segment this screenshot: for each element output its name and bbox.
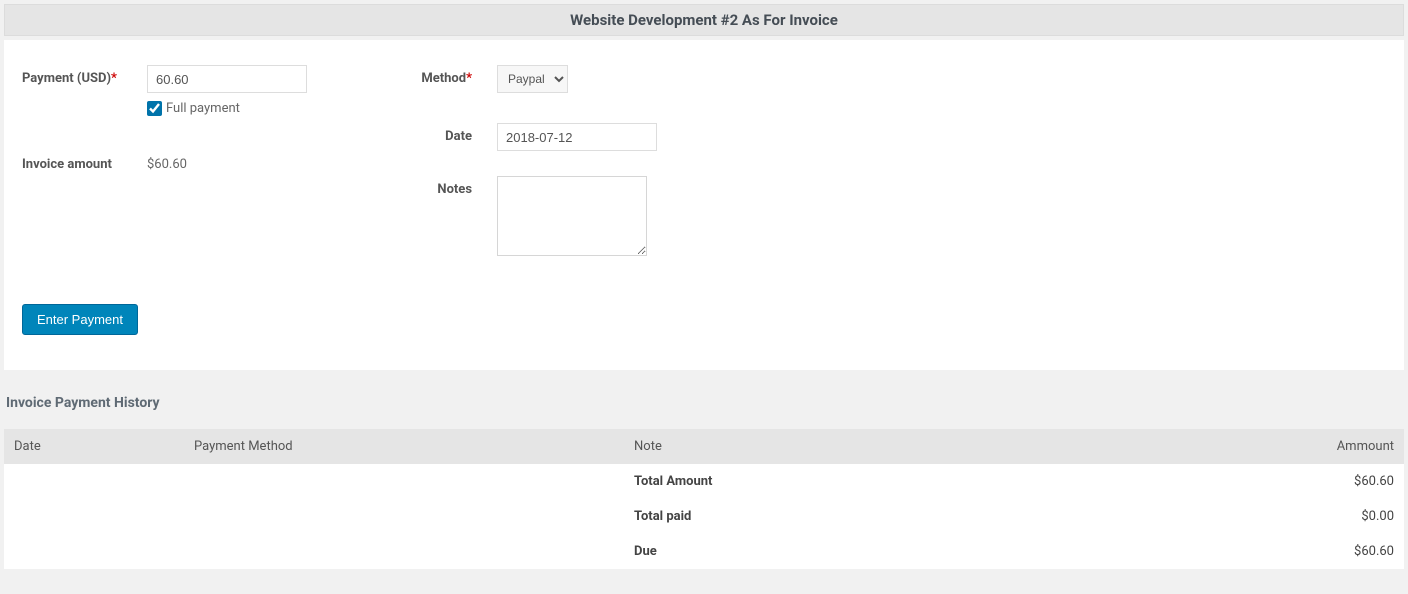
full-payment-checkbox[interactable] bbox=[147, 101, 162, 116]
page-title: Website Development #2 As For Invoice bbox=[5, 11, 1403, 29]
col-note: Note bbox=[624, 429, 1274, 464]
summary-row: Total paid $0.00 bbox=[4, 499, 1404, 534]
summary-row: Due $60.60 bbox=[4, 534, 1404, 569]
summary-value: $60.60 bbox=[1274, 534, 1404, 569]
method-label: Method* bbox=[397, 65, 472, 86]
summary-label: Due bbox=[624, 534, 1274, 569]
notes-textarea[interactable] bbox=[497, 176, 647, 256]
summary-label: Total paid bbox=[624, 499, 1274, 534]
history-section-title: Invoice Payment History bbox=[6, 395, 1402, 411]
payment-label: Payment (USD)* bbox=[22, 65, 147, 86]
notes-label: Notes bbox=[397, 176, 472, 197]
col-amount: Ammount bbox=[1274, 429, 1404, 464]
enter-payment-button[interactable]: Enter Payment bbox=[22, 304, 138, 335]
summary-label: Total Amount bbox=[624, 464, 1274, 499]
col-date: Date bbox=[4, 429, 184, 464]
payment-form-panel: Payment (USD)* Full payment Invoice amou… bbox=[4, 40, 1404, 370]
date-label: Date bbox=[397, 123, 472, 144]
summary-row: Total Amount $60.60 bbox=[4, 464, 1404, 499]
full-payment-label: Full payment bbox=[166, 101, 240, 116]
page-header: Website Development #2 As For Invoice bbox=[4, 4, 1404, 36]
payment-input[interactable] bbox=[147, 65, 307, 93]
invoice-amount-value: $60.60 bbox=[147, 151, 187, 172]
history-table: Date Payment Method Note Ammount Total A… bbox=[4, 429, 1404, 569]
history-header-row: Date Payment Method Note Ammount bbox=[4, 429, 1404, 464]
summary-value: $0.00 bbox=[1274, 499, 1404, 534]
date-input[interactable] bbox=[497, 123, 657, 151]
summary-value: $60.60 bbox=[1274, 464, 1404, 499]
method-select[interactable]: Paypal bbox=[497, 65, 568, 93]
invoice-amount-label: Invoice amount bbox=[22, 151, 147, 172]
col-method: Payment Method bbox=[184, 429, 624, 464]
